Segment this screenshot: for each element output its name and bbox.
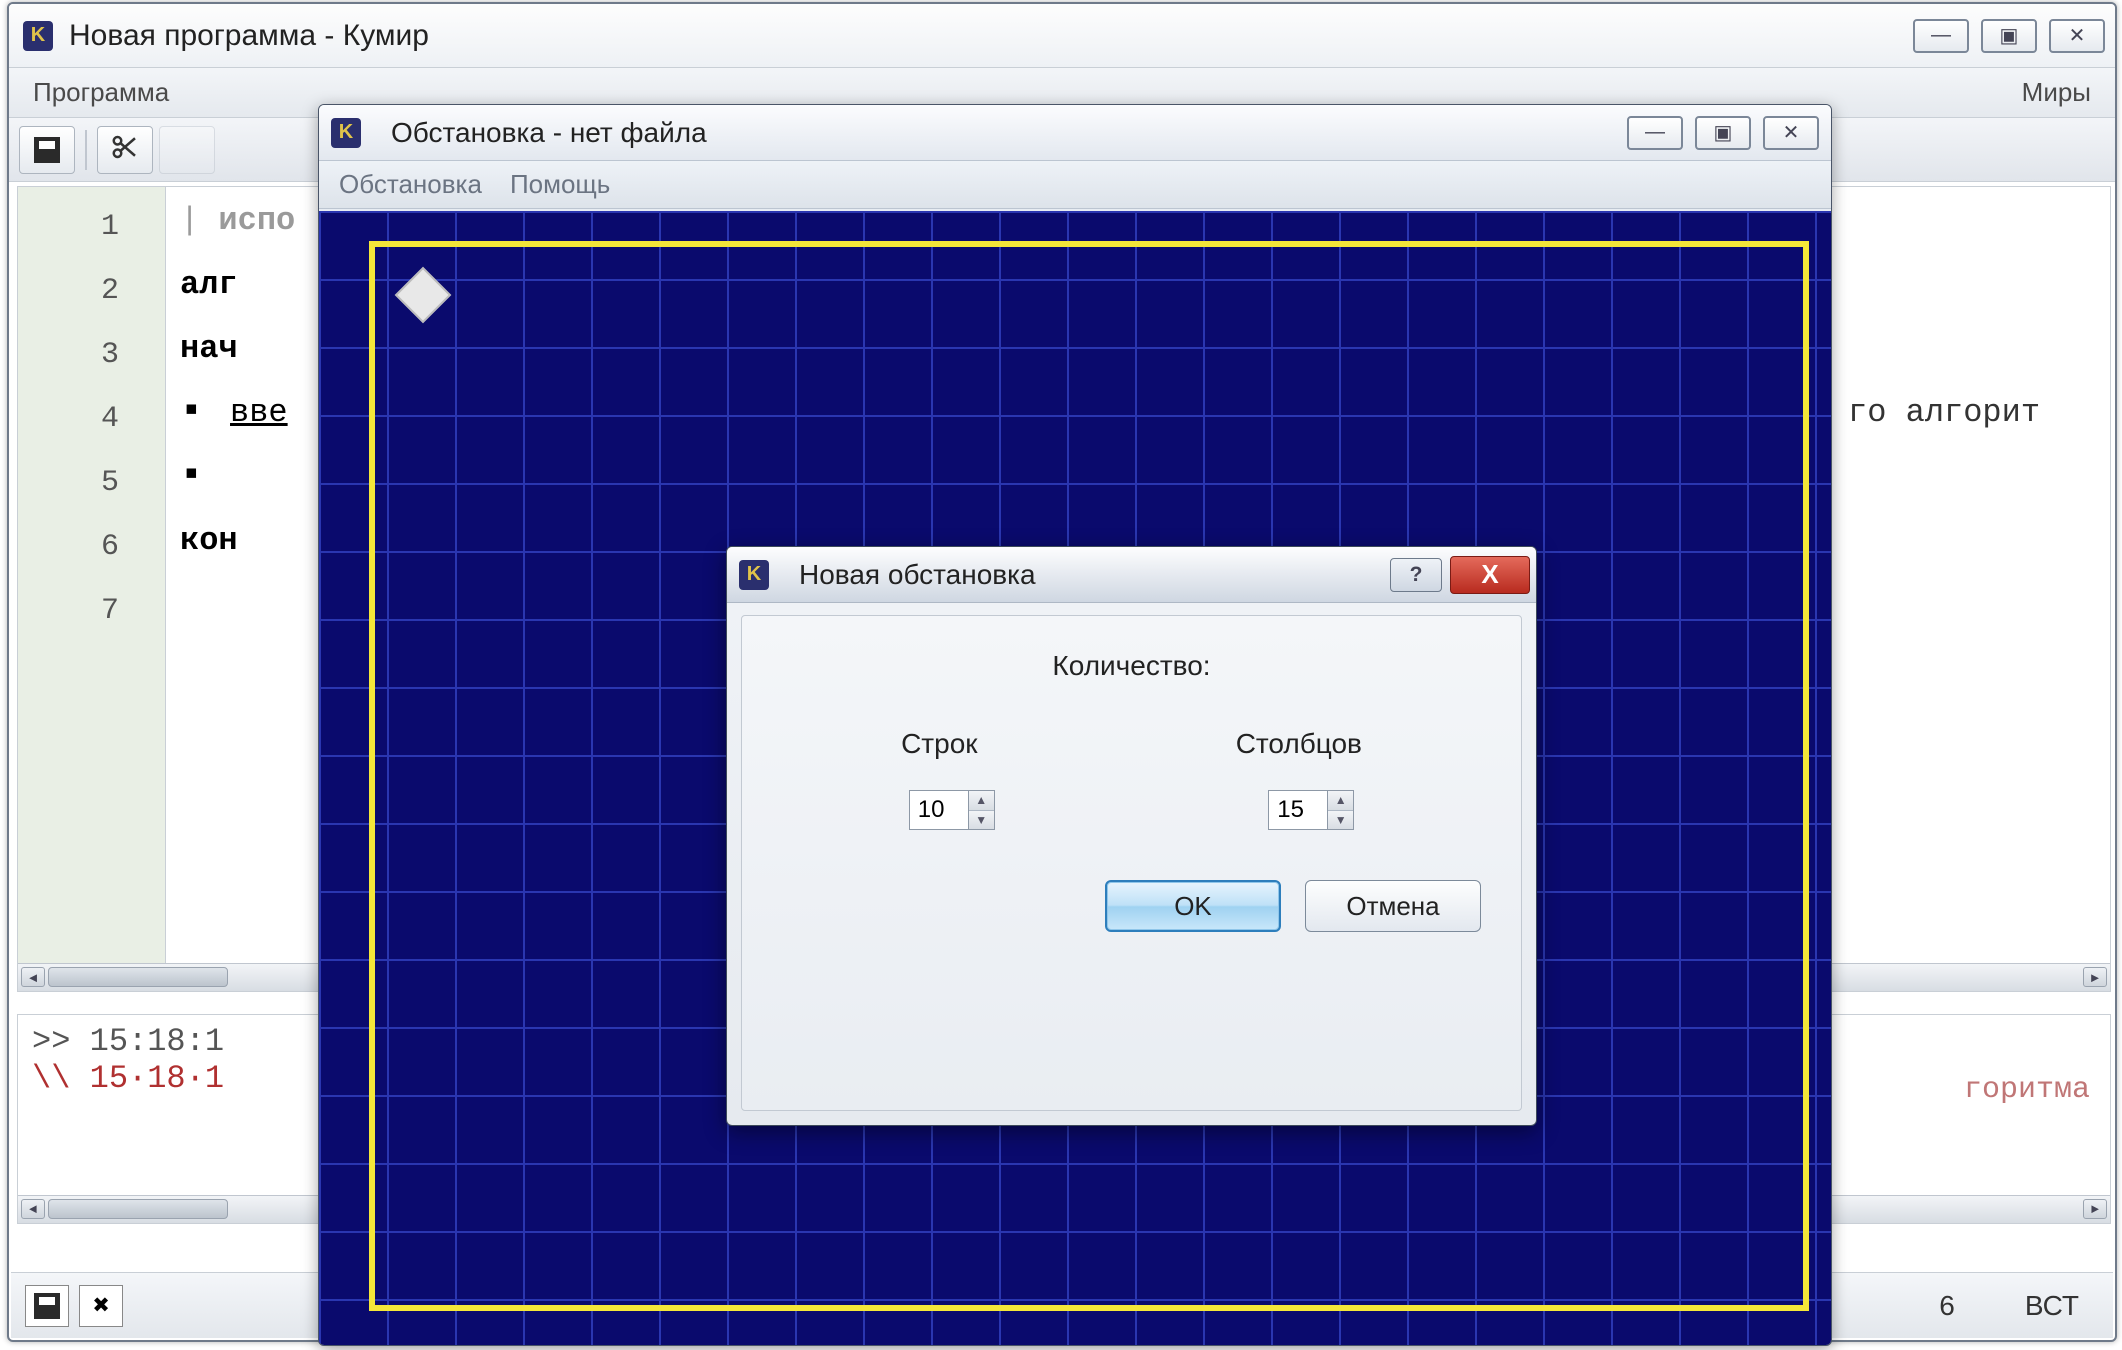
- env-menubar: Обстановка Помощь: [319, 161, 1831, 209]
- app-icon: K: [23, 21, 53, 51]
- line-number: 6: [18, 515, 165, 579]
- menu-program[interactable]: Программа: [25, 73, 177, 112]
- cols-label: Столбцов: [1236, 728, 1362, 760]
- count-label: Количество:: [772, 650, 1491, 682]
- rows-input[interactable]: [909, 790, 969, 830]
- env-menu-help[interactable]: Помощь: [510, 169, 610, 200]
- env-maximize-button[interactable]: ▣: [1695, 116, 1751, 150]
- new-environment-dialog: K Новая обстановка ? X Количество: Строк…: [726, 546, 1537, 1126]
- x-icon: ✖: [92, 1293, 110, 1318]
- line-number: 5: [18, 451, 165, 515]
- rows-up-button[interactable]: ▲: [969, 791, 994, 811]
- toolbar-disabled-button: [159, 126, 215, 174]
- scroll-right-arrow[interactable]: ►: [2083, 967, 2107, 987]
- dialog-titlebar: K Новая обстановка ? X: [727, 547, 1536, 603]
- rows-label: Строк: [901, 728, 977, 760]
- rows-down-button[interactable]: ▼: [969, 811, 994, 830]
- cols-input[interactable]: [1268, 790, 1328, 830]
- scroll-left-arrow[interactable]: ◄: [21, 1199, 45, 1219]
- dialog-title: Новая обстановка: [799, 559, 1390, 591]
- cols-down-button[interactable]: ▼: [1328, 811, 1353, 830]
- env-minimize-button[interactable]: —: [1627, 116, 1683, 150]
- app-icon: K: [739, 560, 769, 590]
- line-number: 1: [18, 195, 165, 259]
- scissors-icon: [110, 132, 140, 168]
- scroll-thumb[interactable]: [48, 1199, 228, 1219]
- main-window-title: Новая программа - Кумир: [69, 19, 1913, 53]
- rows-spinbox[interactable]: ▲ ▼: [909, 790, 995, 830]
- env-close-button[interactable]: ✕: [1763, 116, 1819, 150]
- env-titlebar: K Обстановка - нет файла — ▣ ✕: [319, 105, 1831, 161]
- main-minimize-button[interactable]: —: [1913, 19, 1969, 53]
- code-right-fragment: го алгорит: [1848, 387, 2040, 439]
- line-number: 2: [18, 259, 165, 323]
- editor-gutter: 1 2 3 4 5 6 7: [18, 187, 166, 991]
- dialog-help-button[interactable]: ?: [1390, 558, 1442, 592]
- env-window-title: Обстановка - нет файла: [391, 117, 1627, 149]
- main-close-button[interactable]: ✕: [2049, 19, 2105, 53]
- toolbar-cut-button[interactable]: [97, 126, 153, 174]
- statusbar-save-button[interactable]: [25, 1285, 69, 1327]
- menu-worlds[interactable]: Миры: [2014, 73, 2099, 112]
- toolbar-separator: [85, 130, 87, 170]
- main-titlebar: K Новая программа - Кумир — ▣ ✕: [9, 4, 2115, 68]
- dialog-close-button[interactable]: X: [1450, 556, 1530, 594]
- cancel-button[interactable]: Отмена: [1305, 880, 1481, 932]
- save-icon: [34, 137, 60, 163]
- cols-spinbox[interactable]: ▲ ▼: [1268, 790, 1354, 830]
- console-right-fragment: горитма: [1964, 1073, 2090, 1107]
- scroll-right-arrow[interactable]: ►: [2083, 1199, 2107, 1219]
- env-menu-environment[interactable]: Обстановка: [339, 169, 482, 200]
- line-number: 4: [18, 387, 165, 451]
- scroll-thumb[interactable]: [48, 967, 228, 987]
- toolbar-save-button[interactable]: [19, 126, 75, 174]
- ok-button[interactable]: OK: [1105, 880, 1281, 932]
- cols-up-button[interactable]: ▲: [1328, 791, 1353, 811]
- status-value-1: 6: [1919, 1286, 1975, 1326]
- status-value-2: ВСТ: [2005, 1286, 2099, 1326]
- scroll-left-arrow[interactable]: ◄: [21, 967, 45, 987]
- dialog-body: Количество: Строк Столбцов ▲ ▼ ▲ ▼: [741, 615, 1522, 1111]
- line-number: 7: [18, 579, 165, 643]
- line-number: 3: [18, 323, 165, 387]
- save-icon: [34, 1293, 60, 1319]
- app-icon: K: [331, 118, 361, 148]
- main-maximize-button[interactable]: ▣: [1981, 19, 2037, 53]
- statusbar-x-button[interactable]: ✖: [79, 1285, 123, 1327]
